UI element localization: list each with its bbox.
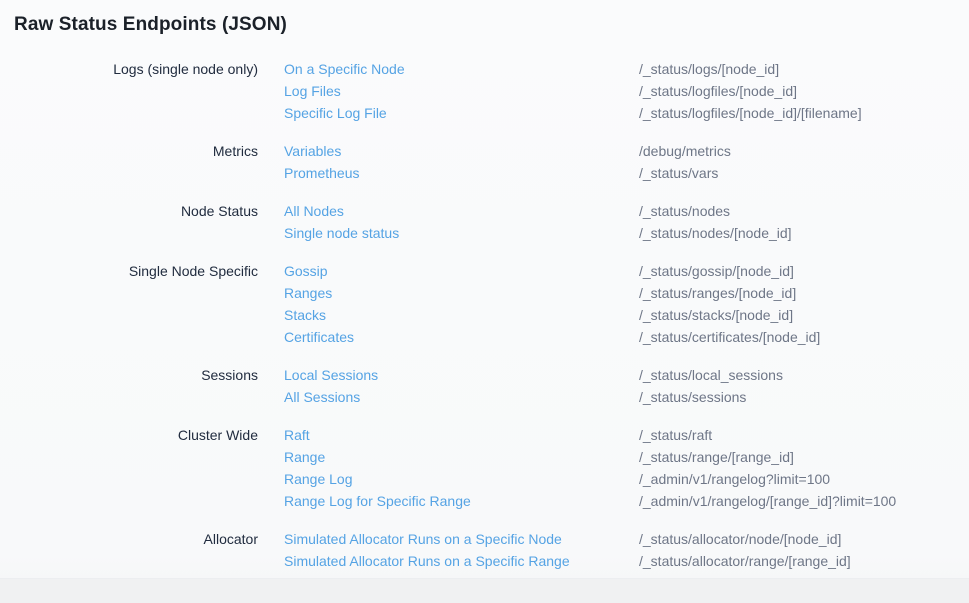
endpoint-link[interactable]: Gossip xyxy=(284,260,639,282)
endpoint-path: /_status/nodes xyxy=(639,200,969,222)
endpoint-link[interactable]: On a Specific Node xyxy=(284,58,639,80)
endpoint-link[interactable]: Stacks xyxy=(284,304,639,326)
endpoint-path: /_status/stacks/[node_id] xyxy=(639,304,969,326)
endpoint-link[interactable]: Simulated Allocator Runs on a Specific N… xyxy=(284,528,639,550)
endpoint-path: /_status/ranges/[node_id] xyxy=(639,282,969,304)
endpoint-path: /_status/range/[range_id] xyxy=(639,446,969,468)
endpoint-path: /debug/metrics xyxy=(639,140,969,162)
endpoint-path: /_status/sessions xyxy=(639,386,969,408)
endpoint-group-node-status: Node Status All Nodes Single node status… xyxy=(0,200,969,244)
endpoint-link[interactable]: Certificates xyxy=(284,326,639,348)
endpoint-link[interactable]: All Nodes xyxy=(284,200,639,222)
endpoint-link[interactable]: Range xyxy=(284,446,639,468)
endpoint-path: /_status/allocator/range/[range_id] xyxy=(639,550,969,572)
endpoint-link[interactable]: Prometheus xyxy=(284,162,639,184)
endpoint-link[interactable]: All Sessions xyxy=(284,386,639,408)
category-label: Metrics xyxy=(0,140,258,184)
raw-status-endpoints-page: Raw Status Endpoints (JSON) Logs (single… xyxy=(0,0,969,603)
category-label: Allocator xyxy=(0,528,258,572)
endpoint-path: /_admin/v1/rangelog?limit=100 xyxy=(639,468,969,490)
endpoint-group-cluster-wide: Cluster Wide Raft Range Range Log Range … xyxy=(0,424,969,512)
endpoint-link[interactable]: Variables xyxy=(284,140,639,162)
category-label: Node Status xyxy=(0,200,258,244)
category-label: Sessions xyxy=(0,364,258,408)
endpoint-link[interactable]: Raft xyxy=(284,424,639,446)
endpoint-path: /_admin/v1/rangelog/[range_id]?limit=100 xyxy=(639,490,969,512)
endpoint-link[interactable]: Single node status xyxy=(284,222,639,244)
endpoint-path: /_status/logs/[node_id] xyxy=(639,58,969,80)
endpoint-path: /_status/raft xyxy=(639,424,969,446)
category-label: Single Node Specific xyxy=(0,260,258,348)
page-bottom-strip xyxy=(0,578,969,603)
endpoint-path: /_status/allocator/node/[node_id] xyxy=(639,528,969,550)
endpoint-link[interactable]: Log Files xyxy=(284,80,639,102)
category-label: Cluster Wide xyxy=(0,424,258,512)
endpoint-group-sessions: Sessions Local Sessions All Sessions /_s… xyxy=(0,364,969,408)
category-label: Logs (single node only) xyxy=(0,58,258,124)
endpoint-path: /_status/logfiles/[node_id]/[filename] xyxy=(639,102,969,124)
endpoint-link[interactable]: Range Log xyxy=(284,468,639,490)
endpoint-groups: Logs (single node only) On a Specific No… xyxy=(0,58,969,572)
endpoint-group-single-node-specific: Single Node Specific Gossip Ranges Stack… xyxy=(0,260,969,348)
endpoint-link[interactable]: Specific Log File xyxy=(284,102,639,124)
endpoint-link[interactable]: Simulated Allocator Runs on a Specific R… xyxy=(284,550,639,572)
endpoint-path: /_status/certificates/[node_id] xyxy=(639,326,969,348)
endpoint-link[interactable]: Local Sessions xyxy=(284,364,639,386)
endpoint-group-logs: Logs (single node only) On a Specific No… xyxy=(0,58,969,124)
endpoint-link[interactable]: Ranges xyxy=(284,282,639,304)
endpoint-group-metrics: Metrics Variables Prometheus /debug/metr… xyxy=(0,140,969,184)
endpoint-path: /_status/vars xyxy=(639,162,969,184)
page-title: Raw Status Endpoints (JSON) xyxy=(0,0,969,38)
endpoint-path: /_status/gossip/[node_id] xyxy=(639,260,969,282)
endpoint-path: /_status/logfiles/[node_id] xyxy=(639,80,969,102)
endpoint-group-allocator: Allocator Simulated Allocator Runs on a … xyxy=(0,528,969,572)
endpoint-path: /_status/nodes/[node_id] xyxy=(639,222,969,244)
endpoint-path: /_status/local_sessions xyxy=(639,364,969,386)
endpoint-link[interactable]: Range Log for Specific Range xyxy=(284,490,639,512)
